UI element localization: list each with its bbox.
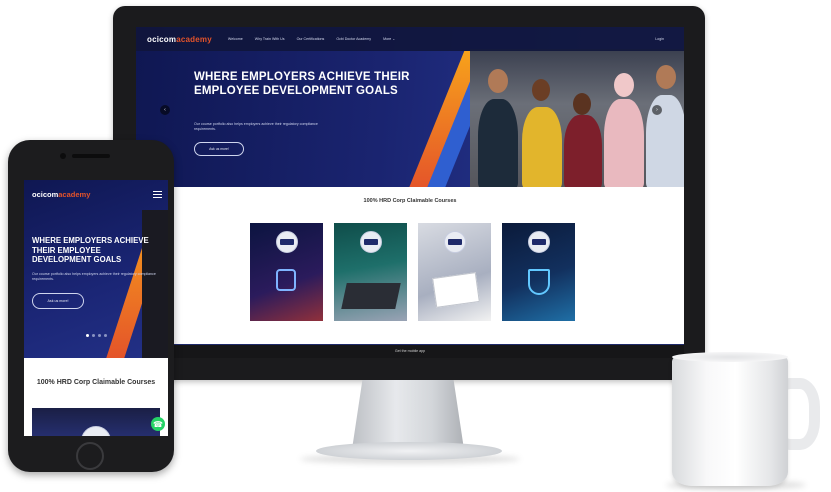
desktop-monitor: ‹ › WHERE EMPLOYERS ACHIEVE THEIR EMPLOY… — [113, 6, 705, 380]
logo-suffix: academy — [58, 190, 91, 199]
desktop-screen: ‹ › WHERE EMPLOYERS ACHIEVE THEIR EMPLOY… — [136, 27, 684, 358]
shield-icon — [528, 269, 550, 295]
mobile-course-card[interactable] — [32, 408, 160, 436]
course-card-2[interactable] — [334, 223, 407, 321]
mobile-hero-photo — [142, 210, 168, 358]
courses-heading: 100% HRD Corp Claimable Courses — [363, 198, 457, 204]
person-2-head — [532, 79, 550, 101]
speaker-grille — [72, 154, 110, 158]
course-card-4[interactable] — [502, 223, 575, 321]
carousel-dot[interactable] — [98, 334, 101, 337]
person-3-head — [573, 93, 591, 115]
person-1 — [478, 99, 518, 187]
chevron-left-icon: ‹ — [164, 107, 166, 113]
coffee-mug — [672, 356, 788, 486]
course-card-1[interactable] — [250, 223, 323, 321]
logo-suffix: academy — [176, 34, 212, 44]
document-icon — [432, 272, 480, 308]
lock-icon — [276, 269, 296, 291]
monitor-stand-neck — [352, 380, 464, 444]
mug-rim — [672, 352, 788, 362]
mobile-hero-subtitle: Our course portfolio also helps employer… — [32, 272, 156, 281]
laptop-icon — [341, 283, 401, 309]
carousel-dot[interactable] — [104, 334, 107, 337]
nav-item-more[interactable]: More ⌄ — [383, 37, 395, 41]
person-3 — [564, 115, 602, 187]
carousel-dot[interactable] — [86, 334, 89, 337]
home-button[interactable] — [76, 442, 104, 470]
hero-next-button[interactable]: › — [652, 105, 662, 115]
mobile-hero-title: WHERE EMPLOYERS ACHIEVE THEIR EMPLOYEE D… — [32, 236, 149, 264]
logo-prefix: ocicom — [32, 190, 59, 199]
footer-bar[interactable]: Get the mobile app — [136, 345, 684, 358]
hrd-corp-badge — [527, 231, 550, 253]
chevron-right-icon: › — [656, 107, 658, 113]
person-1-head — [488, 69, 508, 93]
mobile-ask-us-more-button[interactable]: Ask us more! — [32, 293, 84, 309]
course-card-3[interactable] — [418, 223, 491, 321]
ask-us-more-button[interactable]: Ask us more! — [194, 142, 244, 156]
hrd-corp-badge — [81, 426, 111, 436]
whatsapp-icon[interactable]: ☎ — [151, 417, 165, 431]
carousel-dot[interactable] — [92, 334, 95, 337]
hrd-corp-badge — [359, 231, 382, 253]
site-logo[interactable]: ocicomacademy — [147, 35, 212, 44]
hero-prev-button[interactable]: ‹ — [160, 105, 170, 115]
hero-title: WHERE EMPLOYERS ACHIEVE THEIR EMPLOYEE D… — [194, 71, 410, 97]
mobile-courses-heading: 100% HRD Corp Claimable Courses — [36, 379, 156, 386]
nav-item-academy[interactable]: Ocbi Doctor Academy — [336, 37, 371, 41]
hamburger-menu-icon[interactable] — [153, 191, 162, 198]
hrd-corp-badge — [443, 231, 466, 253]
hero-banner: ‹ › WHERE EMPLOYERS ACHIEVE THEIR EMPLOY… — [136, 27, 684, 187]
mobile-phone: ocicomacademy WHERE EMPLOYERS ACHIEVE TH… — [8, 140, 174, 472]
person-4-head — [614, 73, 634, 97]
nav-item-welcome[interactable]: Welcome — [228, 37, 243, 41]
login-link[interactable]: Login — [655, 37, 664, 41]
person-5-head — [656, 65, 676, 89]
camera-icon — [60, 153, 66, 159]
nav-item-why-train[interactable]: Why Train With Us — [255, 37, 285, 41]
top-nav: ocicomacademy Welcome Why Train With Us … — [136, 27, 684, 51]
person-2 — [522, 107, 562, 187]
carousel-dots — [86, 334, 107, 337]
logo-prefix: ocicom — [147, 34, 177, 44]
monitor-stand-base — [316, 442, 502, 460]
mobile-hero: ocicomacademy WHERE EMPLOYERS ACHIEVE TH… — [24, 180, 168, 358]
nav-links: Welcome Why Train With Us Our Certificat… — [228, 37, 395, 41]
hero-photo — [470, 49, 684, 187]
person-4 — [604, 99, 644, 187]
hero-subtitle: Our course portfolio also helps employer… — [194, 122, 318, 131]
mobile-logo[interactable]: ocicomacademy — [32, 190, 90, 199]
hrd-corp-badge — [275, 231, 298, 253]
nav-item-certifications[interactable]: Our Certifications — [297, 37, 325, 41]
mobile-screen: ocicomacademy WHERE EMPLOYERS ACHIEVE TH… — [24, 180, 168, 436]
